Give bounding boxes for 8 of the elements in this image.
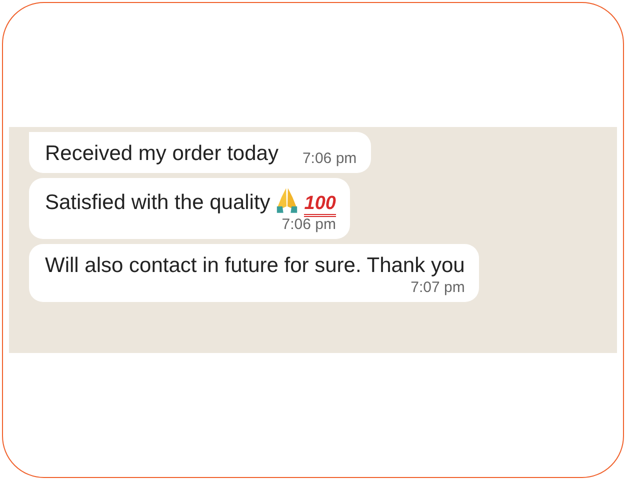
message-time: 7:06 pm (302, 150, 357, 167)
praying-hands-icon (276, 186, 298, 214)
message-text: Will also contact in future for sure. Thank you (45, 254, 465, 277)
message-time: 7:06 pm (282, 216, 336, 233)
message-time: 7:07 pm (410, 279, 465, 296)
hundred-points-emoji: 100 (304, 193, 336, 217)
message-text: Satisfied with the quality (45, 191, 270, 214)
message-text: Received my order today (45, 141, 278, 167)
